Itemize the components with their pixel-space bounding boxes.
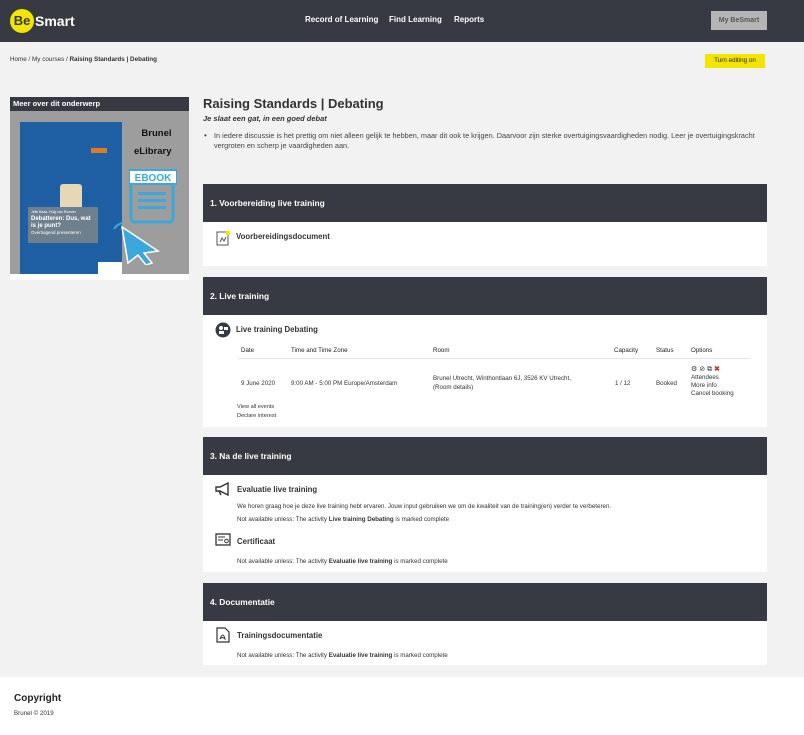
col-status: Status [656,347,674,354]
top-navbar: Be Smart Record of Learning Find Learnin… [0,0,804,42]
nav-reports[interactable]: Reports [454,15,484,24]
section-1-title[interactable]: 1. Voorbereiding live training [203,184,767,222]
brunel-elibrary-text: Brunel eLibrary [134,125,172,161]
bullet-dot: • [204,131,207,140]
cell-capacity: 1 / 12 [615,380,631,387]
restriction-suffix: is marked complete [392,652,448,659]
book-authors: Jelle Baas, Huig van Roesler [31,210,76,214]
view-all-events-link[interactable]: View all events [237,404,274,410]
option-more-info[interactable]: More info [691,382,717,389]
breadcrumb-my-courses[interactable]: My courses / [32,56,68,63]
logo-be: Be [10,9,34,33]
course-title: Raising Standards | Debating [203,96,384,111]
section-2: 2. Live training Live training Debating … [203,277,767,427]
activity-voorbereidingsdocument[interactable]: Voorbereidingsdocument [236,232,330,241]
section-1: 1. Voorbereiding live training Voorberei… [203,184,767,266]
restriction-suffix: is marked complete [392,558,448,565]
cursor-arrow-icon [113,222,161,265]
ebook-tablet-icon: EBOOK [129,169,177,224]
section-2-title[interactable]: 2. Live training [203,277,767,315]
room-details-link[interactable]: (Room details) [433,384,473,391]
breadcrumb: Home / My courses / Raising Standards | … [10,56,157,63]
document-icon [216,230,231,246]
footer-text: Brunel © 2019 [14,710,54,717]
brand-line-1: Brunel [141,128,172,139]
book-card: Jelle Baas, Huig van Roesler Debatteren:… [28,207,98,243]
breadcrumb-home[interactable]: Home / [10,56,30,63]
certificate-icon [215,533,231,546]
book-cover: Jelle Baas, Huig van Roesler Debatteren:… [20,122,122,274]
col-time: Time and Time Zone [291,347,348,354]
col-room: Room [433,347,450,354]
book-tag [91,148,107,153]
nav-record-of-learning[interactable]: Record of Learning [305,15,378,24]
restriction-activity: Live training Debating [328,516,394,523]
restriction-certificaat: Not available unless: The activity Evalu… [237,558,448,565]
delete-icon[interactable]: ✖ [714,366,720,373]
cell-room: Brunel Utrecht, Winthontlaan 6J, 3526 KV… [433,375,571,382]
course-intro: In iedere discussie is het prettig om ni… [214,131,755,150]
option-cancel-booking[interactable]: Cancel booking [691,390,734,397]
besmart-logo[interactable]: Be Smart [10,9,75,33]
copy-icon[interactable]: ⧉ [707,366,712,373]
restriction-activity: Evaluatie live training [328,558,393,565]
restriction-suffix: is marked complete [393,516,450,523]
breadcrumb-current: Raising Standards | Debating [69,56,157,63]
book-subtitle: Overtuigend presenteren [31,230,81,235]
pdf-icon [216,627,230,643]
seminar-icon [215,322,231,338]
option-icons: ⚙ ⊘ ⧉ ✖ [691,365,720,374]
brand-line-2: eLibrary [134,146,172,157]
table-divider [238,358,750,359]
section-3: 3. Na de live training Evaluatie live tr… [203,437,767,572]
nav-find-learning[interactable]: Find Learning [389,15,442,24]
option-attendees[interactable]: Attendees [691,374,719,381]
section-4-title[interactable]: 4. Documentatie [203,583,767,621]
cell-date: 9 June 2020 [241,380,276,387]
col-options: Options [691,347,713,354]
activity-evaluatie-live-training[interactable]: Evaluatie live training [237,485,317,494]
megaphone-icon [215,482,229,496]
logo-smart: Smart [35,13,75,29]
col-capacity: Capacity [614,347,639,354]
cell-time: 9:00 AM - 5:00 PM Europe/Amsterdam [291,380,398,387]
restriction-prefix: Not available unless: The activity [237,652,329,659]
restriction-activity: Evaluatie live training [328,652,393,659]
restriction-prefix: Not available unless: The activity [237,558,329,565]
col-date: Date [241,347,255,354]
page-footer: Copyright Brunel © 2019 [0,677,804,735]
ebook-label: EBOOK [135,173,172,184]
sidebar-block: Meer over dit onderwerp Jelle Baas, Huig… [10,97,189,280]
footer-heading: Copyright [14,693,62,704]
elibrary-banner[interactable]: Jelle Baas, Huig van Roesler Debatteren:… [10,111,189,274]
declare-interest-link[interactable]: Declare interest [237,413,276,419]
restriction-evaluatie: Not available unless: The activity Live … [237,516,449,523]
section-4: 4. Documentatie Trainingsdocumentatie No… [203,583,767,665]
block-icon[interactable]: ⊘ [699,366,705,373]
book-title: Debatteren: Dus, wat is je punt? [31,216,91,229]
activity-certificaat[interactable]: Certificaat [237,537,275,546]
sidebar-block-title: Meer over dit onderwerp [10,97,189,111]
gear-icon[interactable]: ⚙ [691,366,697,373]
turn-editing-on-button[interactable]: Turn editing on [705,54,765,68]
activity-live-training-debating[interactable]: Live training Debating [236,325,318,334]
restriction-trainingsdocumentatie: Not available unless: The activity Evalu… [237,652,448,659]
restriction-prefix: Not available unless: The activity [237,516,329,523]
section-3-title[interactable]: 3. Na de live training [203,437,767,475]
activity-trainingsdocumentatie[interactable]: Trainingsdocumentatie [237,631,322,640]
cell-status: Booked [656,380,677,387]
evaluatie-description: We horen graag hoe je deze live training… [237,503,612,510]
my-besmart-button[interactable]: My BeSmart [711,11,767,30]
course-subtitle: Je slaat een gat, in een goed debat [203,114,327,123]
